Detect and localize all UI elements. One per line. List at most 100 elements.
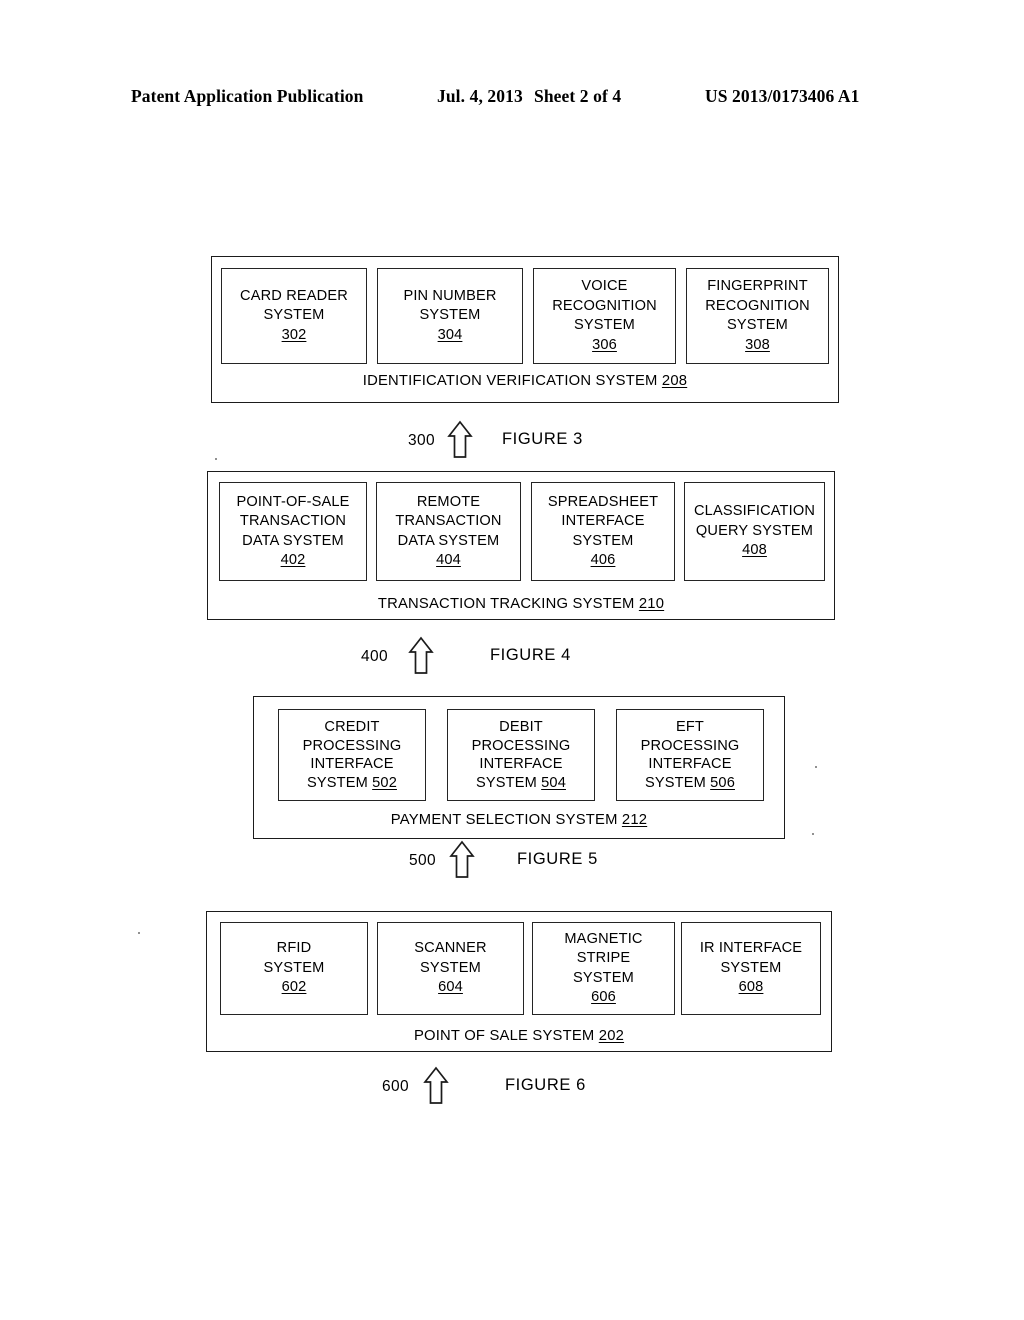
up-arrow-outline-icon	[422, 1066, 450, 1106]
block-line: EFT	[675, 719, 704, 735]
figure-5-label-row: 500 FIGURE 5	[405, 840, 705, 880]
block-reference-numeral: 504	[541, 774, 566, 791]
block-line: REMOTE	[416, 493, 481, 510]
credit-processing-interface-system-block: CREDIT PROCESSING INTERFACE SYSTEM 502	[278, 709, 426, 801]
figure-5-caption: FIGURE 5	[517, 850, 598, 868]
block-line: SYSTEM	[573, 969, 634, 986]
block-line: IR INTERFACE	[699, 940, 803, 957]
block-line-with-reference: SYSTEM 504	[476, 774, 566, 793]
container-reference-numeral: 208	[661, 373, 688, 389]
block-line: SYSTEM	[645, 774, 706, 791]
container-reference-numeral: 202	[598, 1028, 625, 1044]
identification-verification-system-caption: IDENTIFICATION VERIFICATION SYSTEM 208	[212, 373, 838, 389]
spreadsheet-interface-system-block: SPREADSHEET INTERFACE SYSTEM 406	[531, 482, 675, 581]
point-of-sale-system-container: RFID SYSTEM 602 SCANNER SYSTEM 604 MAGNE…	[206, 911, 832, 1052]
figure-6-number: 600	[382, 1078, 410, 1095]
block-reference-numeral: 306	[592, 336, 617, 353]
point-of-sale-transaction-data-system-block: POINT-OF-SALE TRANSACTION DATA SYSTEM 40…	[219, 482, 367, 581]
block-line: SYSTEM	[420, 959, 481, 976]
up-arrow-outline-icon	[446, 420, 474, 460]
block-line: INTERFACE	[310, 756, 394, 772]
block-line-with-reference: SYSTEM 502	[307, 774, 397, 793]
block-line-with-reference: SYSTEM 506	[645, 774, 735, 793]
block-line: RECOGNITION	[552, 297, 657, 314]
header-publication-title: Patent Application Publication	[131, 86, 364, 106]
container-reference-numeral: 210	[638, 596, 665, 612]
figure-3-number: 300	[408, 432, 436, 449]
block-reference-numeral: 606	[591, 989, 616, 1005]
figure-5-number: 500	[409, 852, 437, 869]
container-label: PAYMENT SELECTION SYSTEM	[390, 812, 618, 828]
block-line: VOICE	[581, 278, 628, 294]
block-line: DATA SYSTEM	[397, 532, 500, 549]
block-reference-numeral: 406	[590, 552, 616, 568]
block-reference-numeral: 502	[372, 774, 397, 791]
figure-6-caption: FIGURE 6	[505, 1076, 586, 1094]
payment-selection-system-caption: PAYMENT SELECTION SYSTEM 212	[254, 812, 784, 828]
scan-speck	[215, 458, 217, 460]
block-line: RFID	[276, 940, 312, 957]
container-reference-numeral: 212	[621, 812, 648, 828]
up-arrow-outline-icon	[448, 840, 476, 880]
block-line: SYSTEM	[419, 307, 481, 324]
header-publication-date: Jul. 4, 2013	[437, 86, 523, 106]
block-line: RECOGNITION	[705, 297, 810, 314]
block-line: CARD READER	[240, 287, 348, 304]
block-line: QUERY SYSTEM	[695, 522, 814, 539]
block-line: SYSTEM	[574, 317, 635, 333]
block-line: SPREADSHEET	[547, 493, 659, 510]
figure-4-caption: FIGURE 4	[490, 646, 571, 664]
voice-recognition-system-block: VOICE RECOGNITION SYSTEM 306	[533, 268, 676, 364]
block-line: PROCESSING	[302, 737, 402, 754]
block-line: CREDIT	[324, 719, 380, 735]
block-reference-numeral: 608	[738, 979, 764, 996]
scan-speck	[812, 833, 814, 835]
scanner-system-block: SCANNER SYSTEM 604	[377, 922, 524, 1015]
block-line: TRANSACTION	[395, 513, 502, 529]
block-line: STRIPE	[576, 950, 631, 966]
transaction-tracking-system-caption: TRANSACTION TRACKING SYSTEM 210	[208, 596, 834, 612]
figure-4-number: 400	[361, 648, 389, 665]
pin-number-system-block: PIN NUMBER SYSTEM 304	[377, 268, 523, 364]
container-label: TRANSACTION TRACKING SYSTEM	[377, 596, 635, 612]
up-arrow-outline-icon	[407, 636, 435, 676]
block-line: INTERFACE	[561, 513, 645, 529]
ir-interface-system-block: IR INTERFACE SYSTEM 608	[681, 922, 821, 1015]
block-line: PROCESSING	[640, 737, 740, 754]
block-reference-numeral: 602	[281, 979, 307, 996]
figure-4-label-row: 400 FIGURE 4	[355, 636, 655, 676]
page-header: Patent Application Publication Jul. 4, 2…	[0, 86, 1024, 112]
block-reference-numeral: 604	[438, 979, 463, 996]
block-line: TRANSACTION	[239, 513, 347, 529]
container-label: IDENTIFICATION VERIFICATION SYSTEM	[362, 373, 658, 389]
rfid-system-block: RFID SYSTEM 602	[220, 922, 368, 1015]
figure-6-label-row: 600 FIGURE 6	[378, 1066, 678, 1106]
block-line: FINGERPRINT	[707, 278, 808, 294]
block-reference-numeral: 402	[280, 552, 306, 568]
block-line: POINT-OF-SALE	[236, 493, 350, 510]
block-reference-numeral: 302	[281, 326, 307, 343]
block-reference-numeral: 506	[710, 774, 735, 791]
block-line: SYSTEM	[572, 532, 634, 549]
block-line: DEBIT	[499, 719, 543, 735]
block-line: PIN NUMBER	[403, 287, 497, 304]
block-line: SYSTEM	[476, 774, 537, 791]
block-line: INTERFACE	[479, 756, 563, 772]
eft-processing-interface-system-block: EFT PROCESSING INTERFACE SYSTEM 506	[616, 709, 764, 801]
header-patent-number: US 2013/0173406 A1	[705, 86, 860, 106]
figure-3-caption: FIGURE 3	[502, 430, 583, 448]
fingerprint-recognition-system-block: FINGERPRINT RECOGNITION SYSTEM 308	[686, 268, 829, 364]
card-reader-system-block: CARD READER SYSTEM 302	[221, 268, 367, 364]
payment-selection-system-container: CREDIT PROCESSING INTERFACE SYSTEM 502 D…	[253, 696, 785, 839]
magnetic-stripe-system-block: MAGNETIC STRIPE SYSTEM 606	[532, 922, 675, 1015]
remote-transaction-data-system-block: REMOTE TRANSACTION DATA SYSTEM 404	[376, 482, 521, 581]
block-reference-numeral: 408	[742, 542, 767, 559]
classification-query-system-block: CLASSIFICATION QUERY SYSTEM 408	[684, 482, 825, 581]
block-line: SYSTEM	[307, 774, 368, 791]
figure-3-label-row: 300 FIGURE 3	[400, 420, 700, 460]
block-line: SCANNER	[414, 940, 487, 957]
identification-verification-system-container: CARD READER SYSTEM 302 PIN NUMBER SYSTEM…	[211, 256, 839, 403]
block-line: DATA SYSTEM	[242, 532, 344, 549]
point-of-sale-system-caption: POINT OF SALE SYSTEM 202	[207, 1028, 831, 1044]
block-line: SYSTEM	[727, 317, 788, 333]
